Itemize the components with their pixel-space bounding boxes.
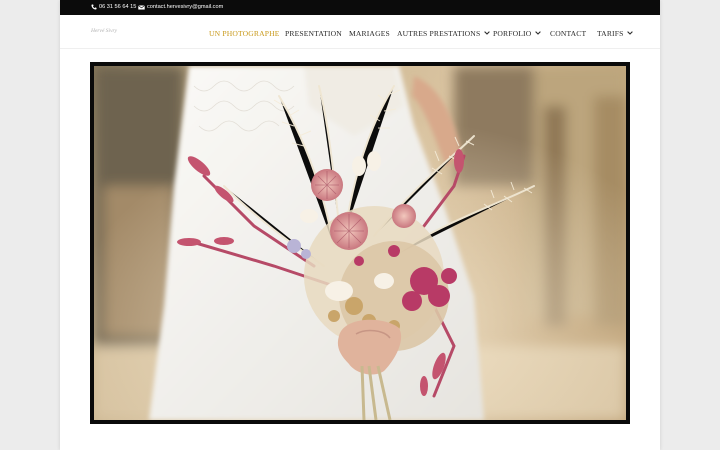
nav-item-label: PORFOLIO bbox=[493, 28, 532, 38]
nav-item-label: PRESENTATION bbox=[285, 28, 342, 38]
top-info-bar: 06 31 56 64 15 contact.hervesivry@gmail.… bbox=[60, 0, 660, 15]
hero-photo-bouquet bbox=[94, 66, 626, 420]
nav-item-un-photographe[interactable]: UN PHOTOGRAPHE bbox=[209, 27, 280, 39]
chevron-down-icon bbox=[535, 31, 542, 35]
nav-item-autres-prestations[interactable]: AUTRES PRESTATIONS bbox=[397, 27, 491, 39]
site-header: Hervé Sivry UN PHOTOGRAPHE PRESENTATION … bbox=[60, 15, 660, 49]
nav-item-porfolio[interactable]: PORFOLIO bbox=[493, 27, 542, 39]
nav-item-label: TARIFS bbox=[597, 28, 624, 38]
email-address: contact.hervesivry@gmail.com bbox=[147, 4, 224, 10]
hero-image-frame bbox=[90, 62, 630, 424]
email-link[interactable]: contact.hervesivry@gmail.com bbox=[138, 4, 223, 10]
chevron-down-icon bbox=[627, 31, 634, 35]
nav-item-label: UN PHOTOGRAPHE bbox=[209, 28, 280, 38]
nav-item-tarifs[interactable]: TARIFS bbox=[597, 27, 634, 39]
main-nav: UN PHOTOGRAPHE PRESENTATION MARIAGES AUT… bbox=[60, 27, 660, 39]
nav-item-label: CONTACT bbox=[550, 28, 587, 38]
page-container: 06 31 56 64 15 contact.hervesivry@gmail.… bbox=[60, 0, 660, 450]
envelope-icon bbox=[138, 4, 145, 10]
phone-number: 06 31 56 64 15 bbox=[99, 4, 137, 10]
phone-icon bbox=[91, 4, 97, 10]
nav-item-label: MARIAGES bbox=[349, 28, 390, 38]
chevron-down-icon bbox=[484, 31, 491, 35]
nav-item-mariages[interactable]: MARIAGES bbox=[349, 27, 390, 39]
nav-item-presentation[interactable]: PRESENTATION bbox=[285, 27, 342, 39]
phone-link[interactable]: 06 31 56 64 15 bbox=[91, 4, 136, 10]
nav-item-contact[interactable]: CONTACT bbox=[550, 27, 586, 39]
nav-item-label: AUTRES PRESTATIONS bbox=[397, 28, 481, 38]
